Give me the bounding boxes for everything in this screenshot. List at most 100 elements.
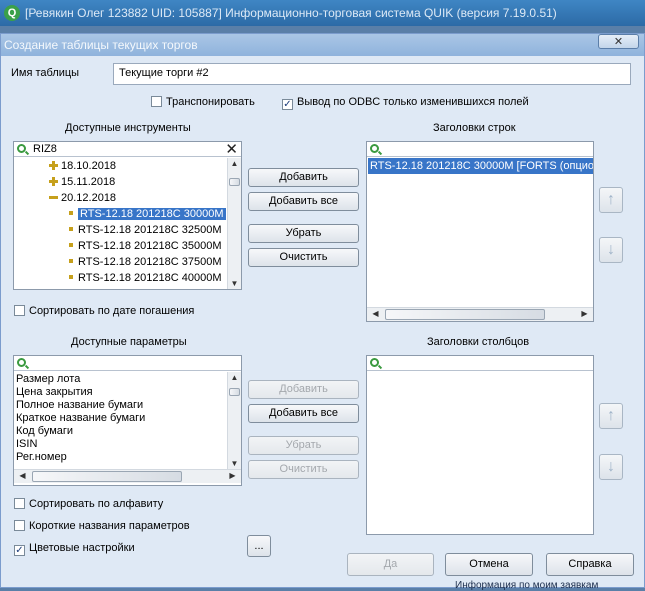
app-titlebar: Q [Ревякин Олег 123882 UID: 105887] Инфо… [0, 0, 645, 26]
leaf-icon [69, 211, 73, 215]
tree-node-label: 15.11.2018 [61, 176, 116, 188]
tree-leaf-5[interactable]: RTS-12.18 201218C 40000M [69, 270, 222, 286]
sort-by-expiry-label: Сортировать по дате погашения [29, 305, 195, 317]
scroll-thumb[interactable] [229, 178, 240, 186]
scroll-left-icon[interactable]: ◀ [369, 309, 382, 318]
expand-icon[interactable] [49, 161, 58, 170]
scroll-down-icon[interactable]: ▼ [228, 279, 241, 288]
add-parameter-button[interactable]: Добавить [248, 380, 359, 399]
search-icon [370, 144, 379, 153]
instruments-search-input[interactable]: RIZ8 [33, 143, 57, 155]
up-arrow-icon: ↑ [607, 407, 615, 424]
transpose-box[interactable] [151, 96, 162, 107]
tree-leaf-4[interactable]: RTS-12.18 201218C 37500M [69, 254, 222, 270]
param-item[interactable]: Код бумаги [16, 425, 73, 438]
clear-instruments-button[interactable]: Очистить [248, 248, 359, 267]
column-headers-search[interactable] [367, 356, 593, 371]
tree-node-label: 18.10.2018 [61, 160, 117, 172]
param-item[interactable]: Полное название бумаги [16, 399, 143, 412]
clear-parameters-button[interactable]: Очистить [248, 460, 359, 479]
tree-node-label: 20.12.2018 [61, 192, 117, 204]
scroll-up-icon[interactable]: ▲ [228, 373, 241, 382]
quik-logo-icon: Q [4, 5, 20, 21]
instruments-list[interactable]: RIZ8 ✕ 18.10.2018 15.11.2018 20.12.2018 … [13, 141, 242, 290]
dialog-title: Создание таблицы текущих торгов [4, 38, 198, 52]
tree-leaf-2[interactable]: RTS-12.18 201218C 32500M [69, 222, 222, 238]
ok-button[interactable]: Да [347, 553, 434, 576]
tree-node-1[interactable]: 18.10.2018 [49, 158, 116, 174]
expand-icon[interactable] [49, 177, 58, 186]
sort-alpha-checkbox[interactable]: Сортировать по алфавиту [14, 498, 163, 510]
param-item[interactable]: Краткое название бумаги [16, 412, 145, 425]
remove-parameter-button[interactable]: Убрать [248, 436, 359, 455]
tree-leaf-label: RTS-12.18 201218C 35000M [78, 240, 222, 252]
add-all-parameters-button[interactable]: Добавить все [248, 404, 359, 423]
move-down-button[interactable]: ↓ [599, 454, 623, 480]
scroll-thumb[interactable] [385, 309, 545, 320]
odbc-label: Вывод по ODBC только изменившихся полей [297, 96, 529, 108]
row-headers-hscroll[interactable]: ◀ ▶ [367, 307, 593, 321]
scroll-up-icon[interactable]: ▲ [228, 159, 241, 168]
odbc-box[interactable]: ✓ [282, 99, 293, 110]
parameters-list[interactable]: Размер лота Цена закрытия Полное названи… [13, 355, 242, 486]
color-settings-checkbox[interactable]: ✓ Цветовые настройки [14, 542, 135, 556]
instruments-vscroll[interactable]: ▲ ▼ [227, 158, 241, 289]
move-up-button[interactable]: ↑ [599, 187, 623, 213]
parameters-header: Доступные параметры [71, 336, 187, 348]
sort-alpha-box[interactable] [14, 498, 25, 509]
scroll-left-icon[interactable]: ◀ [16, 471, 29, 480]
leaf-icon [69, 243, 73, 247]
param-item[interactable]: Рег.номер [16, 451, 67, 464]
transpose-checkbox[interactable]: Транспонировать [151, 96, 255, 108]
instruments-search[interactable]: RIZ8 ✕ [14, 142, 241, 158]
tree-leaf-1[interactable]: RTS-12.18 201218C 30000M [69, 206, 226, 222]
parameters-vscroll[interactable]: ▲ ▼ [227, 372, 241, 469]
parameters-hscroll[interactable]: ◀ ▶ [14, 469, 241, 483]
column-headers-header: Заголовки столбцов [427, 336, 530, 348]
tree-node-2[interactable]: 15.11.2018 [49, 174, 115, 190]
parameters-search[interactable] [14, 356, 241, 371]
param-item[interactable]: Размер лота [16, 373, 80, 386]
scroll-right-icon[interactable]: ▶ [578, 309, 591, 318]
search-icon [17, 144, 26, 153]
column-headers-list[interactable] [366, 355, 594, 535]
down-arrow-icon: ↓ [607, 458, 615, 475]
tree-leaf-3[interactable]: RTS-12.18 201218C 35000M [69, 238, 222, 254]
close-button[interactable]: ✕ [598, 34, 639, 49]
scroll-right-icon[interactable]: ▶ [226, 471, 239, 480]
row-headers-list[interactable]: RTS-12.18 201218C 30000M [FORTS (опцио ◀… [366, 141, 594, 322]
background-window-text: Информация по моим заявкам [455, 580, 599, 591]
color-settings-label: Цветовые настройки [29, 542, 135, 554]
move-down-button[interactable]: ↓ [599, 237, 623, 263]
scroll-down-icon[interactable]: ▼ [228, 459, 241, 468]
short-names-checkbox[interactable]: Короткие названия параметров [14, 520, 190, 532]
clear-search-icon[interactable]: ✕ [225, 142, 238, 158]
move-up-button[interactable]: ↑ [599, 403, 623, 429]
short-names-box[interactable] [14, 520, 25, 531]
table-name-input[interactable]: Текущие торги #2 [113, 63, 631, 85]
collapse-icon[interactable] [49, 196, 58, 199]
row-header-item[interactable]: RTS-12.18 201218C 30000M [FORTS (опцио [368, 158, 593, 174]
add-all-instruments-button[interactable]: Добавить все [248, 192, 359, 211]
param-item[interactable]: ISIN [16, 438, 37, 451]
scroll-thumb[interactable] [229, 388, 240, 396]
help-button[interactable]: Справка [546, 553, 634, 576]
down-arrow-icon: ↓ [607, 241, 615, 258]
row-headers-header: Заголовки строк [433, 122, 516, 134]
tree-leaf-label: RTS-12.18 201218C 37500M [78, 256, 222, 268]
color-settings-more-button[interactable]: ... [247, 535, 271, 557]
cancel-button[interactable]: Отмена [445, 553, 533, 576]
tree-node-3[interactable]: 20.12.2018 [49, 190, 116, 206]
short-names-label: Короткие названия параметров [29, 520, 190, 532]
row-headers-search[interactable] [367, 142, 593, 157]
color-settings-box[interactable]: ✓ [14, 545, 25, 556]
sort-by-expiry-checkbox[interactable]: Сортировать по дате погашения [14, 305, 194, 317]
up-arrow-icon: ↑ [607, 191, 615, 208]
sort-by-expiry-box[interactable] [14, 305, 25, 316]
add-instrument-button[interactable]: Добавить [248, 168, 359, 187]
scroll-thumb[interactable] [32, 471, 182, 482]
odbc-checkbox[interactable]: ✓ Вывод по ODBC только изменившихся полей [282, 96, 529, 110]
transpose-label: Транспонировать [166, 96, 255, 108]
remove-instrument-button[interactable]: Убрать [248, 224, 359, 243]
param-item[interactable]: Цена закрытия [16, 386, 93, 399]
